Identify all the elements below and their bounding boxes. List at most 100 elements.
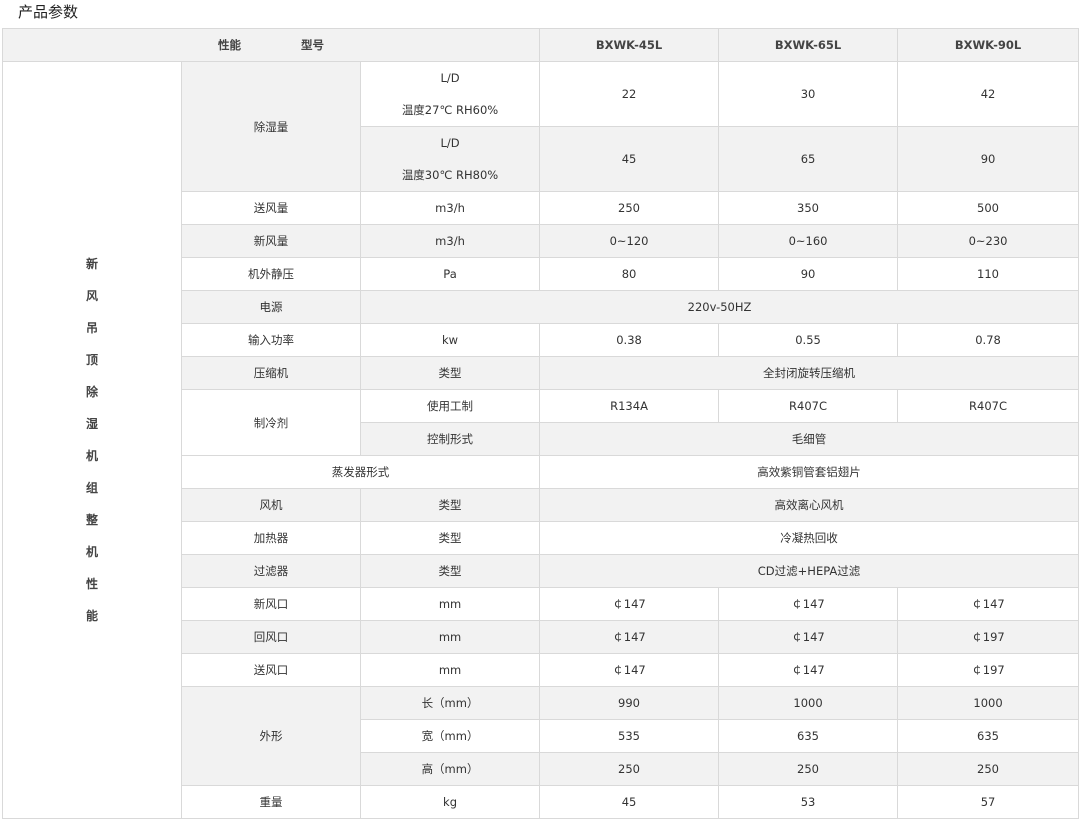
side-char: 风 [85,289,98,303]
row-unit: 使用工制 [359,389,541,423]
cell-value: 全封闭旋转压缩机 [539,356,1080,390]
row-unit: m3/h [359,191,541,225]
cell-value: 635 [897,719,1080,753]
dehumid-unit-1-text: L/D [440,71,460,85]
row-unit: 类型 [359,356,541,390]
cell-value: 65 [718,126,899,192]
cell-value: 高效离心风机 [539,488,1080,522]
cell-value: 80 [539,257,720,291]
side-char: 顶 [85,353,98,367]
cell-value: 22 [539,61,720,127]
side-char: 性 [85,577,98,591]
dehumid-label: 除湿量 [181,61,361,192]
cell-value: 250 [897,752,1080,786]
cell-value: 1000 [718,686,899,720]
row-unit: 类型 [359,521,541,555]
side-char: 机 [85,545,98,559]
cell-value: 220v-50HZ [359,290,1080,324]
row-label: 电源 [181,290,361,324]
row-label: 输入功率 [181,323,361,357]
cell-value: 990 [539,686,720,720]
table-header-row: 性能 型号 BXWK-45L BXWK-65L BXWK-90L [1,28,1080,62]
header-model-3: BXWK-90L [897,28,1080,62]
row-unit: 控制形式 [359,422,541,456]
side-char: 整 [85,513,98,527]
header-performance: 性能 [218,38,242,52]
cell-value: 57 [897,785,1080,819]
dehumid-unit-2: L/D 温度30℃ RH80% [359,126,541,192]
cell-value: ￠147 [718,620,899,654]
cell-value: ￠147 [718,587,899,621]
row-label: 过滤器 [181,554,361,588]
cell-value: 635 [718,719,899,753]
cell-value: 42 [897,61,1080,127]
cell-value: CD过滤+HEPA过滤 [539,554,1080,588]
header-model: 型号 [301,38,325,52]
cell-value: ￠197 [897,620,1080,654]
header-model-2: BXWK-65L [718,28,899,62]
row-label: 制冷剂 [181,389,361,456]
header-model-1: BXWK-45L [539,28,720,62]
dehumid-cond-1-text: 温度27℃ RH60% [401,103,499,117]
row-label: 新风量 [181,224,361,258]
side-char: 机 [85,449,98,463]
side-char: 能 [85,609,98,623]
row-label: 重量 [181,785,361,819]
cell-value: 30 [718,61,899,127]
row-unit: 宽（mm） [359,719,541,753]
cell-value: 500 [897,191,1080,225]
side-char: 吊 [85,321,98,335]
side-char: 新 [85,257,98,271]
cell-value: 高效紫铜管套铝翅片 [539,455,1080,489]
row-label: 风机 [181,488,361,522]
cell-value: 535 [539,719,720,753]
side-vertical-label: 新 风 吊 顶 除 湿 机 组 整 机 性 能 [2,61,182,819]
cell-value: 0~120 [539,224,720,258]
row-label: 回风口 [181,620,361,654]
cell-value: 0~160 [718,224,899,258]
side-char: 除 [85,385,98,399]
row-label: 机外静压 [181,257,361,291]
row-unit: mm [359,620,541,654]
cell-value: ￠147 [539,653,720,687]
page-title: 产品参数 [18,3,79,21]
cell-value: 53 [718,785,899,819]
cell-value: 0~230 [897,224,1080,258]
cell-value: 45 [539,126,720,192]
row-unit: 高（mm） [359,752,541,786]
cell-value: R407C [718,389,899,423]
row-label: 新风口 [181,587,361,621]
row-unit: 类型 [359,554,541,588]
row-unit: 长（mm） [359,686,541,720]
dehumid-unit-1: L/D 温度27℃ RH60% [359,61,541,127]
row-unit: 类型 [359,488,541,522]
spec-table: 性能 型号 BXWK-45L BXWK-65L BXWK-90L 新 风 吊 顶 … [1,28,1080,819]
row-unit: mm [359,587,541,621]
cell-value: 0.38 [539,323,720,357]
table-row: 新 风 吊 顶 除 湿 机 组 整 机 性 能 除湿量 L/D 温度27℃ RH… [2,61,1080,819]
cell-value: 90 [718,257,899,291]
cell-value: 110 [897,257,1080,291]
row-unit: Pa [359,257,541,291]
cell-value: ￠147 [539,587,720,621]
row-label: 外形 [181,686,361,786]
row-unit: mm [359,653,541,687]
dehumid-unit-2-text: L/D [440,136,460,150]
cell-value: 毛细管 [539,422,1080,456]
row-label: 蒸发器形式 [180,455,541,489]
row-label: 送风口 [181,653,361,687]
side-char: 组 [85,481,98,495]
cell-value: ￠147 [897,587,1080,621]
cell-value: 0.55 [718,323,899,357]
header-perf-model-cell: 性能 型号 [1,28,541,62]
dehumid-cond-2-text: 温度30℃ RH80% [401,168,499,182]
cell-value: 0.78 [897,323,1080,357]
row-label: 加热器 [181,521,361,555]
cell-value: R134A [539,389,720,423]
cell-value: 250 [539,752,720,786]
row-unit: m3/h [359,224,541,258]
row-label: 压缩机 [181,356,361,390]
row-unit: kg [359,785,541,819]
cell-value: ￠147 [539,620,720,654]
cell-value: 1000 [897,686,1080,720]
